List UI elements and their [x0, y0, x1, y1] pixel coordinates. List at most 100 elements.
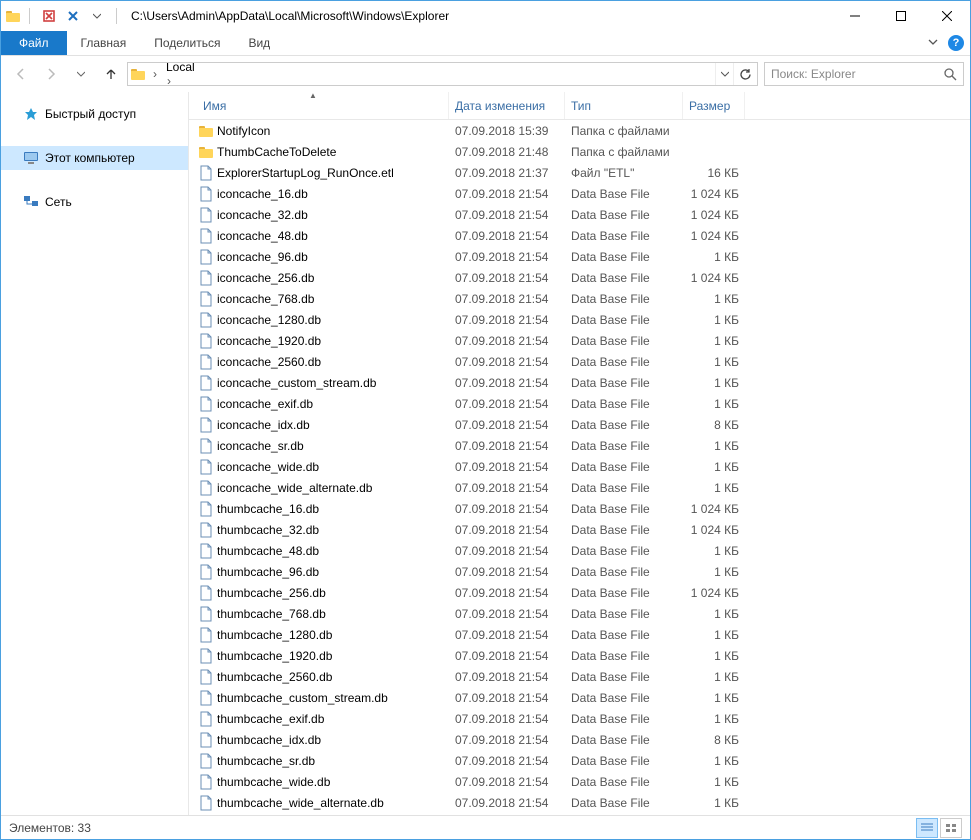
search-box[interactable]	[764, 62, 964, 86]
search-input[interactable]	[771, 67, 943, 81]
file-date: 07.09.2018 21:54	[449, 187, 565, 201]
file-row[interactable]: thumbcache_idx.db07.09.2018 21:54Data Ba…	[189, 729, 970, 750]
file-row[interactable]: thumbcache_wide_alternate.db07.09.2018 2…	[189, 792, 970, 813]
file-row[interactable]: ExplorerStartupLog_RunOnce.etl07.09.2018…	[189, 162, 970, 183]
tab-file[interactable]: Файл	[1, 31, 67, 55]
file-date: 07.09.2018 21:54	[449, 607, 565, 621]
file-row[interactable]: thumbcache_16.db07.09.2018 21:54Data Bas…	[189, 498, 970, 519]
history-dropdown[interactable]	[67, 60, 95, 88]
file-size: 1 КБ	[683, 544, 745, 558]
file-row[interactable]: thumbcache_2560.db07.09.2018 21:54Data B…	[189, 666, 970, 687]
file-type: Data Base File	[565, 607, 683, 621]
view-details-button[interactable]	[916, 818, 938, 838]
forward-button[interactable]	[37, 60, 65, 88]
column-size[interactable]: Размер	[683, 92, 745, 119]
file-size: 8 КБ	[683, 418, 745, 432]
file-size: 1 024 КБ	[683, 271, 745, 285]
file-row[interactable]: thumbcache_48.db07.09.2018 21:54Data Bas…	[189, 540, 970, 561]
file-name: thumbcache_1920.db	[215, 649, 449, 663]
breadcrumb-segment[interactable]: Local	[162, 62, 248, 74]
up-button[interactable]	[97, 60, 125, 88]
breadcrumb-chevron-icon[interactable]: ›	[162, 74, 176, 86]
nav-network[interactable]: Сеть	[1, 190, 188, 214]
file-type: Data Base File	[565, 187, 683, 201]
file-icon	[197, 312, 215, 328]
nav-quick-access[interactable]: Быстрый доступ	[1, 102, 188, 126]
file-row[interactable]: thumbcache_wide.db07.09.2018 21:54Data B…	[189, 771, 970, 792]
file-icon	[197, 333, 215, 349]
address-dropdown-icon[interactable]	[715, 63, 733, 85]
back-button[interactable]	[7, 60, 35, 88]
file-icon	[197, 648, 215, 664]
file-row[interactable]: thumbcache_exif.db07.09.2018 21:54Data B…	[189, 708, 970, 729]
file-icon	[197, 690, 215, 706]
file-name: thumbcache_idx.db	[215, 733, 449, 747]
file-icon	[197, 207, 215, 223]
tab-view[interactable]: Вид	[234, 31, 284, 55]
file-row[interactable]: thumbcache_1920.db07.09.2018 21:54Data B…	[189, 645, 970, 666]
minimize-button[interactable]	[832, 1, 878, 31]
file-size: 1 КБ	[683, 376, 745, 390]
file-size: 1 КБ	[683, 397, 745, 411]
file-list[interactable]: NotifyIcon07.09.2018 15:39Папка с файлам…	[189, 120, 970, 815]
file-row[interactable]: NotifyIcon07.09.2018 15:39Папка с файлам…	[189, 120, 970, 141]
file-row[interactable]: thumbcache_96.db07.09.2018 21:54Data Bas…	[189, 561, 970, 582]
file-row[interactable]: iconcache_16.db07.09.2018 21:54Data Base…	[189, 183, 970, 204]
file-row[interactable]: thumbcache_1280.db07.09.2018 21:54Data B…	[189, 624, 970, 645]
ribbon: Файл Главная Поделиться Вид ?	[1, 31, 970, 56]
column-date[interactable]: Дата изменения	[449, 92, 565, 119]
nav-this-pc[interactable]: Этот компьютер	[1, 146, 188, 170]
ribbon-expand-icon[interactable]	[928, 36, 938, 50]
file-row[interactable]: iconcache_32.db07.09.2018 21:54Data Base…	[189, 204, 970, 225]
close-button[interactable]	[924, 1, 970, 31]
file-row[interactable]: thumbcache_768.db07.09.2018 21:54Data Ba…	[189, 603, 970, 624]
file-row[interactable]: iconcache_1920.db07.09.2018 21:54Data Ba…	[189, 330, 970, 351]
view-large-icons-button[interactable]	[940, 818, 962, 838]
file-row[interactable]: iconcache_wide.db07.09.2018 21:54Data Ba…	[189, 456, 970, 477]
file-row[interactable]: thumbcache_256.db07.09.2018 21:54Data Ba…	[189, 582, 970, 603]
file-row[interactable]: iconcache_custom_stream.db07.09.2018 21:…	[189, 372, 970, 393]
qat-close-pane-icon[interactable]	[62, 5, 84, 27]
qat-dropdown-icon[interactable]	[86, 5, 108, 27]
file-size: 1 КБ	[683, 628, 745, 642]
address-bar[interactable]: › Пользователи›Admin›AppData›Local›Micro…	[127, 62, 758, 86]
file-row[interactable]: iconcache_768.db07.09.2018 21:54Data Bas…	[189, 288, 970, 309]
column-headers: ▲ Имя Дата изменения Тип Размер	[189, 92, 970, 120]
file-row[interactable]: iconcache_256.db07.09.2018 21:54Data Bas…	[189, 267, 970, 288]
file-size: 1 КБ	[683, 439, 745, 453]
file-row[interactable]: iconcache_1280.db07.09.2018 21:54Data Ba…	[189, 309, 970, 330]
file-row[interactable]: iconcache_48.db07.09.2018 21:54Data Base…	[189, 225, 970, 246]
maximize-button[interactable]	[878, 1, 924, 31]
file-name: iconcache_96.db	[215, 250, 449, 264]
file-row[interactable]: iconcache_2560.db07.09.2018 21:54Data Ba…	[189, 351, 970, 372]
file-icon	[197, 669, 215, 685]
tab-home[interactable]: Главная	[67, 31, 141, 55]
file-date: 07.09.2018 21:54	[449, 229, 565, 243]
file-type: Data Base File	[565, 460, 683, 474]
tab-share[interactable]: Поделиться	[140, 31, 234, 55]
file-size: 1 024 КБ	[683, 208, 745, 222]
help-icon[interactable]: ?	[948, 35, 964, 51]
file-row[interactable]: thumbcache_custom_stream.db07.09.2018 21…	[189, 687, 970, 708]
file-row[interactable]: iconcache_sr.db07.09.2018 21:54Data Base…	[189, 435, 970, 456]
file-row[interactable]: iconcache_exif.db07.09.2018 21:54Data Ba…	[189, 393, 970, 414]
star-icon	[23, 106, 39, 122]
file-row[interactable]: iconcache_96.db07.09.2018 21:54Data Base…	[189, 246, 970, 267]
file-date: 07.09.2018 21:54	[449, 754, 565, 768]
file-type: Data Base File	[565, 250, 683, 264]
file-name: thumbcache_768.db	[215, 607, 449, 621]
qat-properties-icon[interactable]	[38, 5, 60, 27]
file-size: 1 024 КБ	[683, 586, 745, 600]
file-row[interactable]: iconcache_idx.db07.09.2018 21:54Data Bas…	[189, 414, 970, 435]
file-type: Data Base File	[565, 376, 683, 390]
breadcrumb-root-chevron-icon[interactable]: ›	[148, 67, 162, 81]
column-type[interactable]: Тип	[565, 92, 683, 119]
file-row[interactable]: thumbcache_32.db07.09.2018 21:54Data Bas…	[189, 519, 970, 540]
file-size: 1 024 КБ	[683, 229, 745, 243]
file-row[interactable]: ThumbCacheToDelete07.09.2018 21:48Папка …	[189, 141, 970, 162]
refresh-button[interactable]	[733, 63, 757, 85]
file-row[interactable]: iconcache_wide_alternate.db07.09.2018 21…	[189, 477, 970, 498]
file-row[interactable]: thumbcache_sr.db07.09.2018 21:54Data Bas…	[189, 750, 970, 771]
file-type: Data Base File	[565, 334, 683, 348]
column-name[interactable]: Имя	[197, 92, 449, 119]
